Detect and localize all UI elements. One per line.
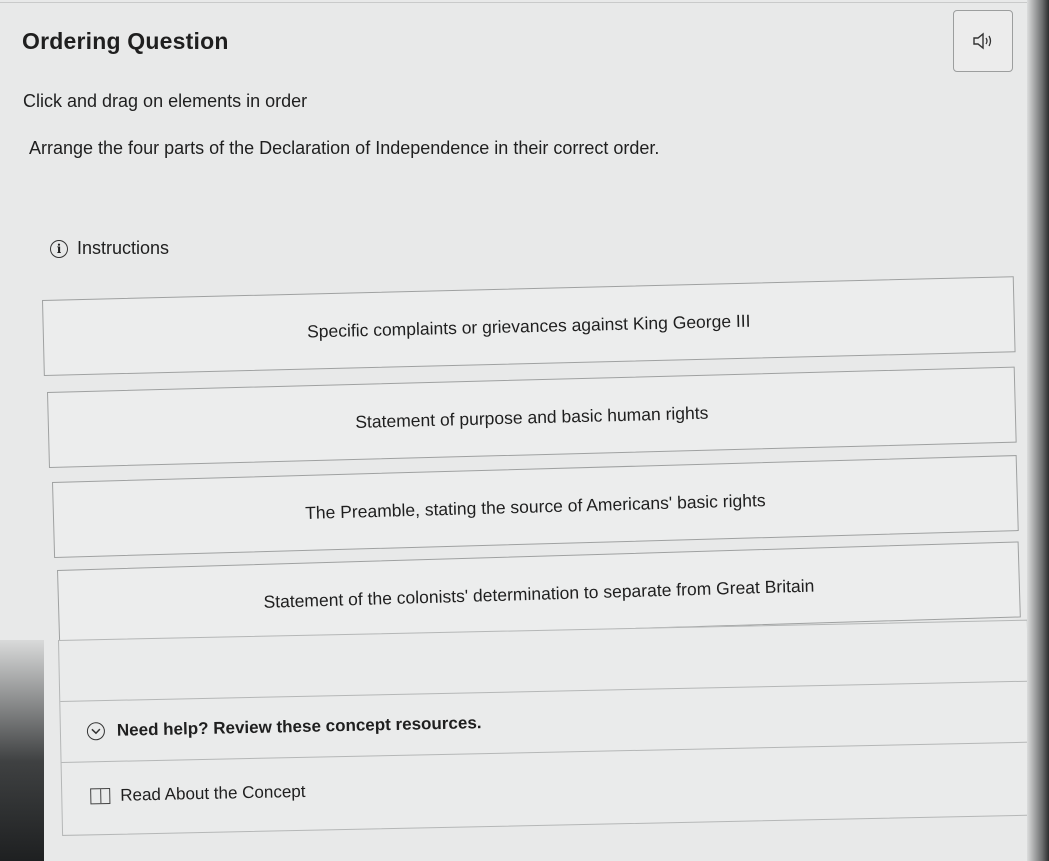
screen-edge-shadow	[0, 640, 44, 861]
screen-edge-shadow-right	[1027, 0, 1049, 861]
help-toggle[interactable]: Need help? Review these concept resource…	[60, 680, 1030, 763]
help-toggle-label: Need help? Review these concept resource…	[116, 713, 482, 740]
ordering-item-label: Specific complaints or grievances agains…	[306, 310, 751, 342]
read-about-concept-link[interactable]: Read About the Concept	[90, 782, 306, 807]
ordering-item-label: Statement of purpose and basic human rig…	[355, 402, 709, 432]
ordering-item-label: Statement of the colonists' determinatio…	[263, 575, 815, 612]
ordering-item[interactable]: Specific complaints or grievances agains…	[42, 276, 1016, 376]
ordering-item[interactable]: Statement of purpose and basic human rig…	[47, 366, 1017, 468]
help-panel: Need help? Review these concept resource…	[58, 619, 1032, 836]
read-about-concept-label: Read About the Concept	[120, 781, 306, 805]
ordering-item[interactable]: The Preamble, stating the source of Amer…	[52, 455, 1019, 558]
chevron-down-circle-icon	[86, 722, 106, 741]
book-icon	[90, 787, 111, 805]
ordering-item-label: The Preamble, stating the source of Amer…	[304, 489, 766, 523]
